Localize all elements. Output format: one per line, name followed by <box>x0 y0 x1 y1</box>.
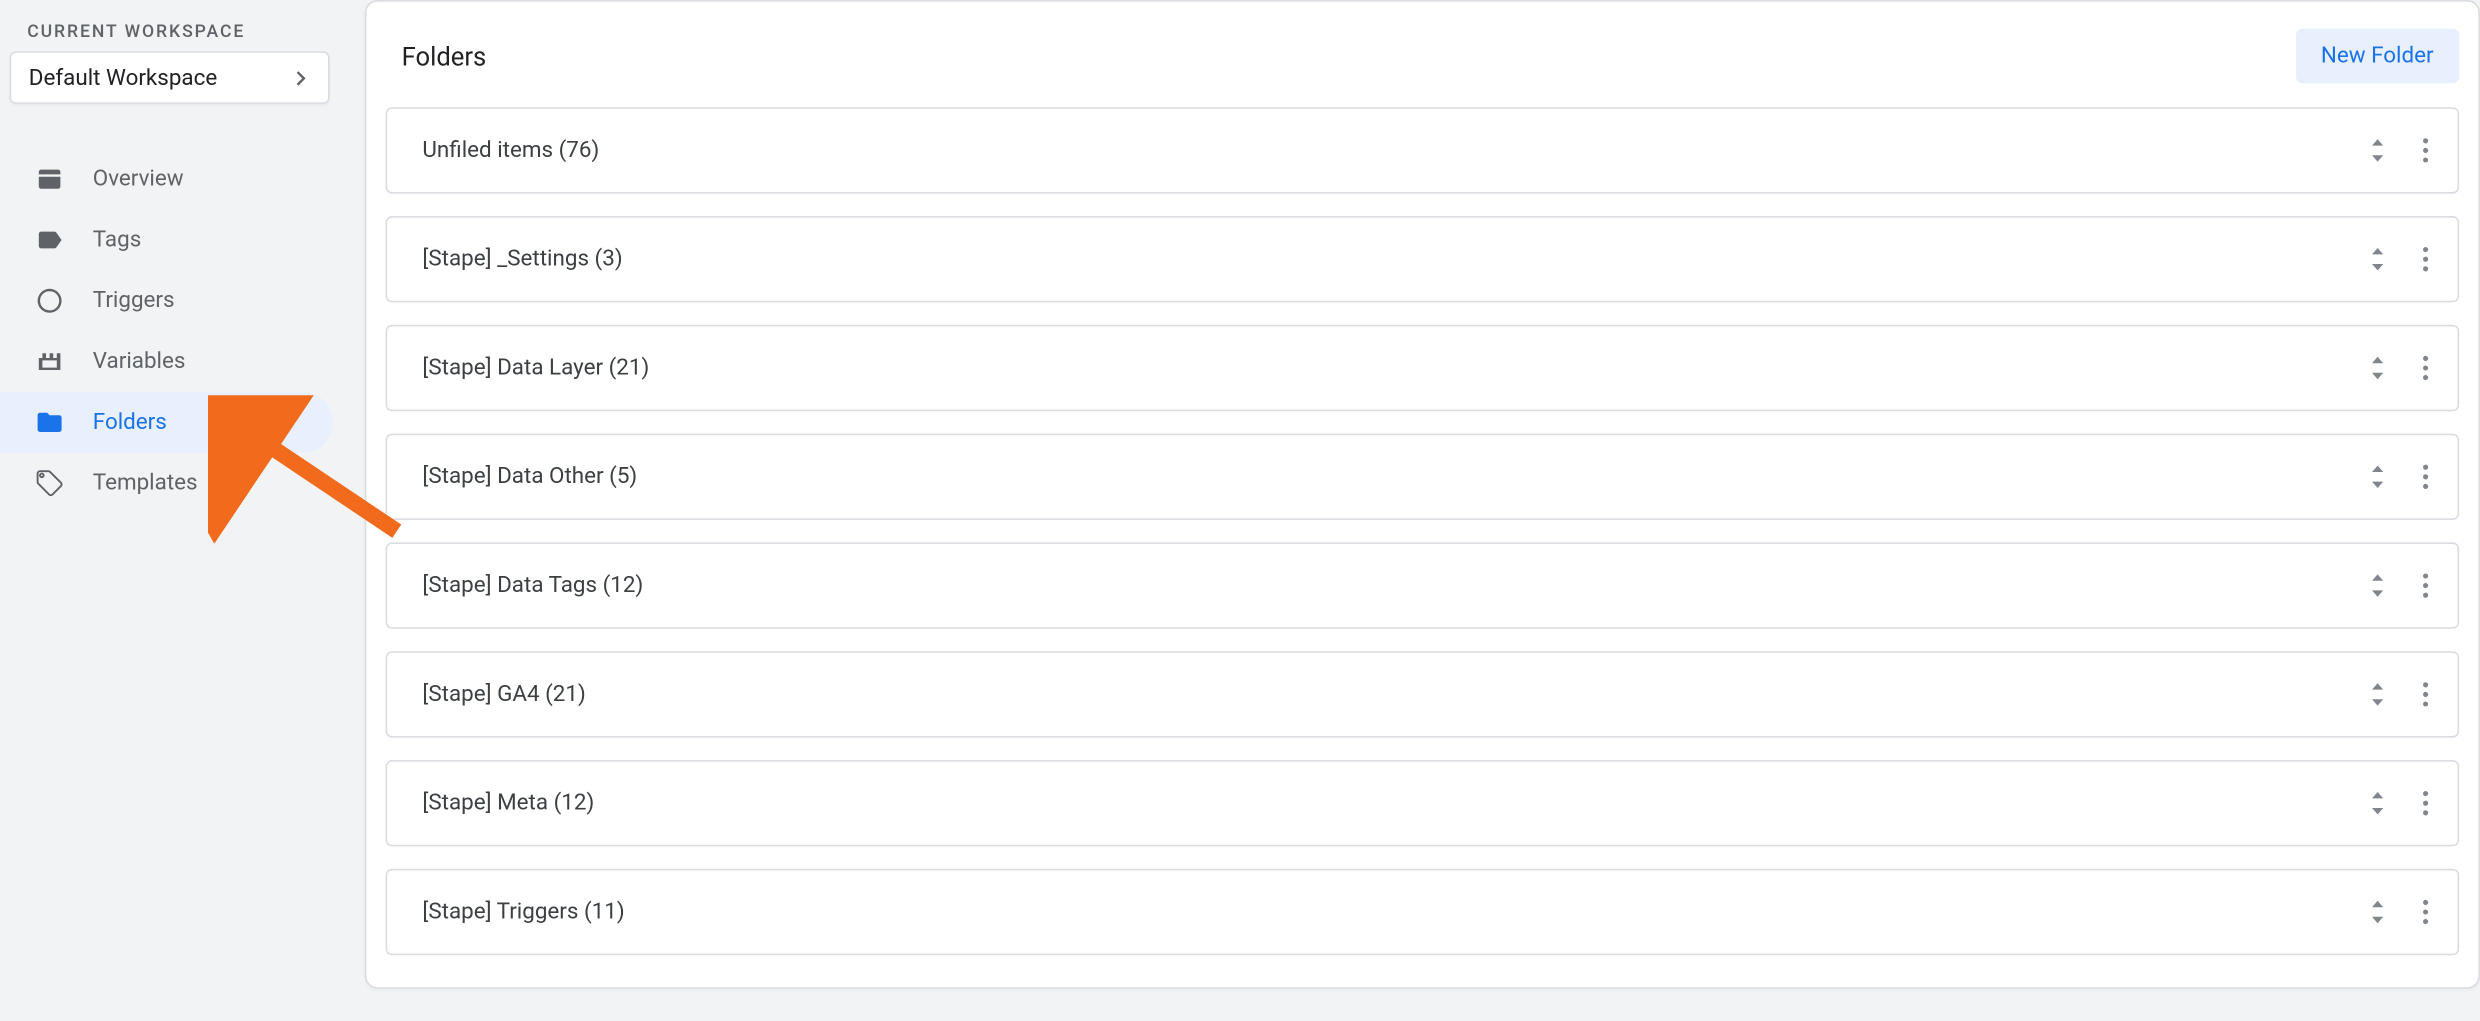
expand-collapse-icon[interactable] <box>2358 344 2396 392</box>
workspace-name: Default Workspace <box>29 65 217 91</box>
sidebar-item-overview[interactable]: Overview <box>0 149 333 210</box>
expand-collapse-icon[interactable] <box>2358 126 2396 174</box>
folder-label: [Stape] Data Layer (21) <box>422 355 649 381</box>
more-options-icon[interactable] <box>2406 779 2444 827</box>
folder-label: [Stape] Data Other (5) <box>422 464 637 490</box>
folder-label: Unfiled items (76) <box>422 138 599 164</box>
template-icon <box>35 469 64 498</box>
more-options-icon[interactable] <box>2406 562 2444 610</box>
sidebar-item-tags[interactable]: Tags <box>0 210 333 271</box>
expand-collapse-icon[interactable] <box>2358 888 2396 936</box>
folder-row[interactable]: [Stape] Triggers (11) <box>386 869 2460 955</box>
folder-row[interactable]: [Stape] _Settings (3) <box>386 216 2460 302</box>
sidebar-item-label: Variables <box>93 349 186 375</box>
more-options-icon[interactable] <box>2406 888 2444 936</box>
more-options-icon[interactable] <box>2406 126 2444 174</box>
page-title: Folders <box>402 41 487 71</box>
more-options-icon[interactable] <box>2406 344 2444 392</box>
expand-collapse-icon[interactable] <box>2358 562 2396 610</box>
new-folder-button[interactable]: New Folder <box>2295 29 2459 83</box>
folder-row[interactable]: [Stape] Data Other (5) <box>386 434 2460 520</box>
expand-collapse-icon[interactable] <box>2358 453 2396 501</box>
folder-row[interactable]: Unfiled items (76) <box>386 107 2460 193</box>
tag-icon <box>35 226 64 255</box>
folder-list: Unfiled items (76) [Stape] _Settings (3) [… <box>366 104 2478 955</box>
folder-row[interactable]: [Stape] Data Layer (21) <box>386 325 2460 411</box>
folder-label: [Stape] Triggers (11) <box>422 899 624 925</box>
more-options-icon[interactable] <box>2406 670 2444 718</box>
sidebar-item-folders[interactable]: Folders <box>0 392 333 453</box>
expand-collapse-icon[interactable] <box>2358 670 2396 718</box>
folders-panel: Folders New Folder Unfiled items (76) [St… <box>365 0 2480 989</box>
sidebar-item-variables[interactable]: Variables <box>0 331 333 392</box>
sidebar-item-triggers[interactable]: Triggers <box>0 270 333 331</box>
sidebar-nav: Overview Tags Triggers <box>0 149 333 514</box>
more-options-icon[interactable] <box>2406 453 2444 501</box>
folder-label: [Stape] _Settings (3) <box>422 246 622 272</box>
sidebar-item-label: Folders <box>93 410 167 436</box>
folder-label: [Stape] Meta (12) <box>422 790 594 816</box>
chevron-right-icon <box>286 63 315 92</box>
workspace-heading: CURRENT WORKSPACE <box>0 13 333 51</box>
folder-label: [Stape] GA4 (21) <box>422 682 585 708</box>
sidebar-item-label: Overview <box>93 166 184 192</box>
folder-row[interactable]: [Stape] GA4 (21) <box>386 651 2460 737</box>
sidebar-item-label: Triggers <box>93 288 175 314</box>
trigger-icon <box>35 286 64 315</box>
folder-row[interactable]: [Stape] Meta (12) <box>386 760 2460 846</box>
sidebar-item-label: Tags <box>93 227 141 253</box>
variables-icon <box>35 347 64 376</box>
sidebar: CURRENT WORKSPACE Default Workspace Over… <box>0 0 333 1021</box>
main-content: Folders New Folder Unfiled items (76) [St… <box>333 0 2480 1021</box>
expand-collapse-icon[interactable] <box>2358 779 2396 827</box>
sidebar-item-templates[interactable]: Templates <box>0 453 333 514</box>
workspace-selector[interactable]: Default Workspace <box>10 51 330 104</box>
folder-row[interactable]: [Stape] Data Tags (12) <box>386 542 2460 628</box>
more-options-icon[interactable] <box>2406 235 2444 283</box>
sidebar-item-label: Templates <box>93 470 198 496</box>
dashboard-icon <box>35 165 64 194</box>
folder-label: [Stape] Data Tags (12) <box>422 573 643 599</box>
expand-collapse-icon[interactable] <box>2358 235 2396 283</box>
folder-icon <box>35 408 64 437</box>
